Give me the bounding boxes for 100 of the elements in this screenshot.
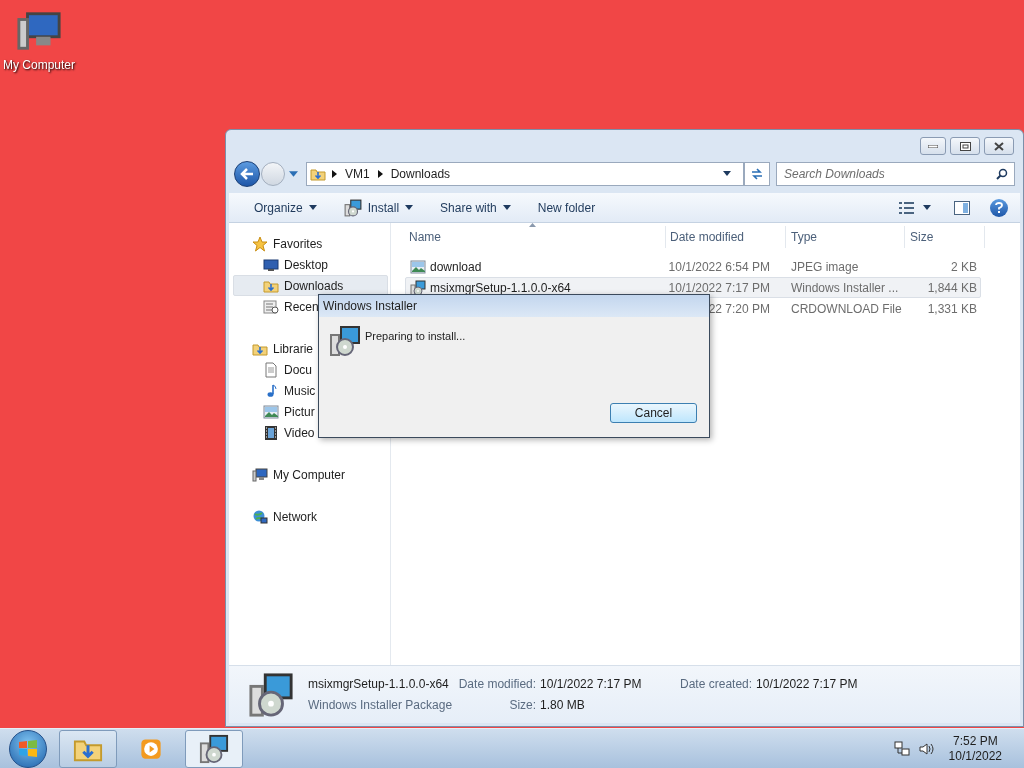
toolbar-button[interactable]: Organize [250,195,321,220]
minimize-icon [928,144,938,148]
installer-icon [410,279,426,296]
sort-arrow-icon [529,223,536,227]
file-type: Windows Installer Package [308,697,453,714]
back-button[interactable] [234,160,260,187]
close-button[interactable] [984,137,1014,155]
image-icon [410,258,426,275]
navigation-item[interactable]: Music [233,380,388,401]
caret-icon [923,205,931,210]
star-icon [252,235,268,252]
size-cell-text: 1,331 KB [927,300,977,318]
navigation-item[interactable]: Pictur [233,401,388,422]
search-field[interactable]: Search Downloads [776,161,1015,186]
navigation-group[interactable]: Network [233,506,388,527]
clock[interactable]: 7:52 PM 10/1/2022 [948,733,1002,764]
size-cell-text: 2 KB [951,258,977,276]
refresh-icon [750,167,764,180]
start-button[interactable] [9,729,47,768]
dialog-title: Windows Installer [323,298,418,315]
installer-icon [343,198,362,217]
navigation-group-label: Librarie [273,340,314,358]
list-view-icon [899,201,915,214]
navigation-item[interactable]: Video [233,422,388,443]
type-cell: JPEG image [791,259,859,274]
file-row[interactable]: msixmgrSetup-1.1.0.0-x64 10/1/2022 7:17 PM Windows Installer ... 1,844 KB [405,277,981,298]
navigation-group-label: Favorites [273,235,323,253]
preview-pane-icon [954,200,970,215]
speaker-icon[interactable] [918,740,935,757]
computer-icon [252,466,268,483]
column-header[interactable]: Size [904,226,985,248]
type-cell: Windows Installer ... [791,280,899,295]
help-button[interactable] [990,198,1008,217]
address-bar[interactable]: VM1 Downloads [306,161,744,186]
installer-icon [248,671,294,718]
file-row[interactable]: download 10/1/2022 6:54 PM JPEG image 2 KB [405,256,981,277]
navigation-group[interactable]: Favorites [233,233,388,254]
breadcrumb-item[interactable]: Downloads [388,164,453,183]
navigation-item-label: Desktop [284,256,329,274]
date-modified-cell-text: 10/1/2022 7:17 PM [668,279,770,297]
breadcrumb-item[interactable]: VM1 [343,164,372,183]
caret-icon [405,205,414,210]
dialog-message: Preparing to install... [365,329,466,344]
file-name: msixmgrSetup-1.1.0.0-x64 [430,279,571,297]
breadcrumb-arrow-icon[interactable] [332,169,337,178]
minimize-button[interactable] [920,137,946,155]
clock-date: 10/1/2022 [948,748,1002,764]
navigation-item-label: Downloads [284,277,344,295]
globe-icon [252,508,268,525]
column-header[interactable]: Type [785,226,904,248]
search-input[interactable]: Search Downloads [784,164,996,183]
navigation-item[interactable]: Downloads [233,275,388,296]
date-modified-cell-text: 10/1/2022 6:54 PM [668,258,770,276]
desktop-icon-label[interactable]: My Computer [3,58,75,72]
date-modified-cell-text: 22 7:20 PM [708,300,770,318]
navigation-item[interactable]: Desktop [233,254,388,275]
address-dropdown-icon [723,171,731,176]
navigation-item-label: Music [284,382,316,400]
toolbar-button[interactable]: Share with [436,195,515,220]
navigation-item-label: Pictur [284,403,315,421]
document-icon [263,361,279,378]
toolbar-button[interactable]: New folder [533,195,600,220]
network-icon[interactable] [893,740,910,757]
detail-label: Size: [508,697,537,714]
back-arrow-icon [240,167,254,180]
history-dropdown-icon[interactable] [289,170,298,177]
caret-icon [308,205,317,210]
detail-value: 1.80 MB [540,697,586,714]
installer-icon [199,733,229,764]
close-icon [994,141,1004,151]
film-icon [263,424,279,441]
navigation-group-label: Network [273,508,317,526]
detail-label: Date modified: [458,676,537,693]
type-cell: CRDOWNLOAD File [791,301,902,316]
image-icon [263,403,279,420]
maximize-icon [959,141,971,151]
column-header[interactable]: Date modified [665,226,785,248]
navigation-item-label: Video [284,424,315,442]
navigation-item-label: Recen [284,298,319,316]
cancel-button[interactable]: Cancel [610,403,697,423]
detail-value: 10/1/2022 7:17 PM [756,676,858,693]
size-cell-text: 1,844 KB [927,279,977,297]
play-icon [140,737,162,760]
search-icon [996,167,1008,180]
monitor-icon [263,256,279,273]
navigation-item[interactable]: Docu [233,359,388,380]
help-icon [995,202,1003,213]
detail-value: 10/1/2022 7:17 PM [540,676,643,693]
toolbar-button[interactable]: Install [339,195,418,220]
navigation-group[interactable]: My Computer [233,464,388,485]
caret-icon [502,205,511,210]
clock-time: 7:52 PM [952,733,998,749]
navigation-group-label: My Computer [273,466,346,484]
refresh-button[interactable] [744,161,770,186]
file-name: msixmgrSetup-1.1.0.0-x64 [308,676,450,693]
maximize-button[interactable] [950,137,980,155]
breadcrumb-arrow-icon[interactable] [377,169,383,178]
taskbar-button[interactable] [185,729,243,768]
navigation-item-label: Docu [284,361,312,379]
column-header[interactable]: Name [405,226,665,248]
